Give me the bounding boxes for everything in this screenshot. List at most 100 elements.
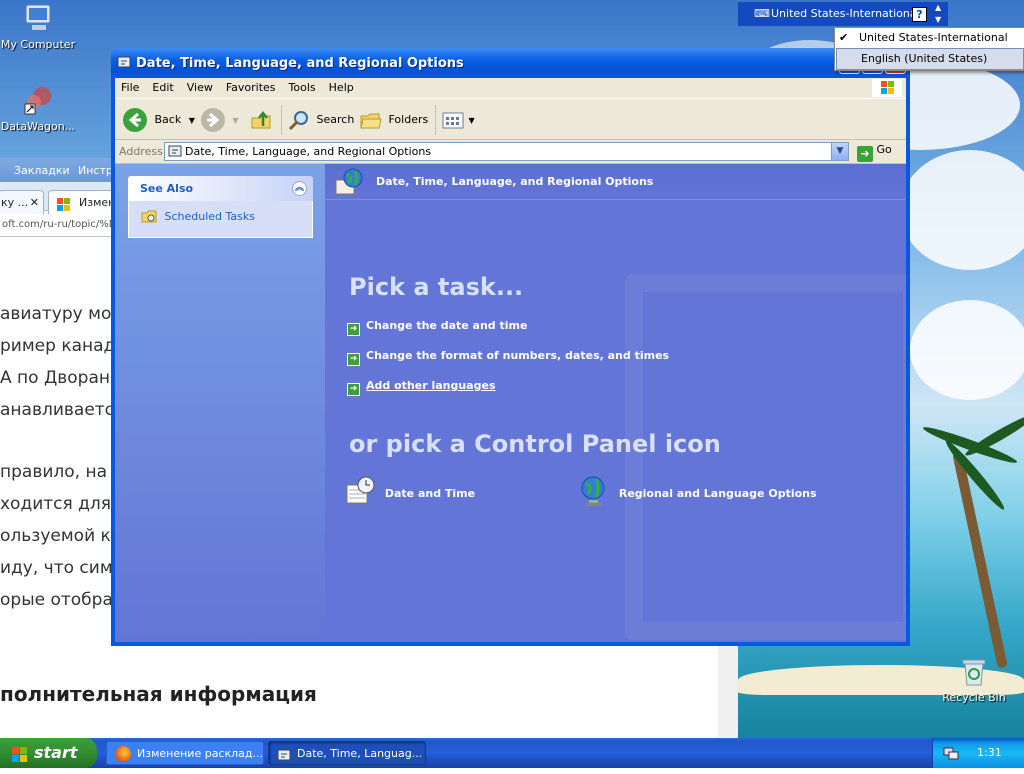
computer-icon [22,2,54,34]
page-text-line: ходится для [0,494,111,514]
main-content: Date, Time, Language, and Regional Optio… [325,164,906,642]
language-bar[interactable]: ⌨ United States-International ? ▲ ▼ [738,2,948,26]
forward-dropdown-icon[interactable]: ▼ [233,116,239,125]
search-label: Search [316,113,355,126]
back-label: Back [154,113,182,126]
task-arrow-icon: ➜ [347,383,360,396]
menu-view[interactable]: View [181,78,219,94]
menu-favorites[interactable]: Favorites [220,78,282,94]
task-label: Add other languages [366,379,496,392]
windows-flag-icon [10,744,30,762]
task-pane: See Also ︽ Scheduled Tasks [115,164,325,642]
cp-icon-label: Date and Time [384,487,476,500]
task-add-languages[interactable]: ➜ Add other languages [347,379,496,396]
checkmark-icon: ✔ [839,31,849,44]
back-arrow-icon [123,108,147,132]
see-also-panel: See Also ︽ Scheduled Tasks [128,176,313,238]
help-icon[interactable]: ? [912,7,927,22]
browser-tab-label: ку ... [1,196,29,209]
page-text-line: ользуемой к [0,526,111,546]
desktop-icon-label: Recycle Bin [942,691,1006,704]
tab-close-icon[interactable]: ✕ [30,191,39,215]
up-folder-button[interactable] [249,105,273,135]
windows-logo-icon [57,197,71,211]
control-panel-icon [277,747,291,761]
address-field[interactable]: Date, Time, Language, and Regional Optio… [164,142,849,161]
task-arrow-icon: ➜ [347,353,360,366]
taskbar: start Изменение расклад... Date, Time, L… [0,738,1024,768]
search-icon [287,108,311,132]
folders-button[interactable]: Folders [359,105,428,135]
address-value: Date, Time, Language, and Regional Optio… [185,145,432,158]
scheduled-tasks-label: Scheduled Tasks [164,210,256,223]
page-text-line: А по Дворан [0,368,110,388]
regional-language-icon-link[interactable]: Regional and Language Options [579,475,817,507]
search-button[interactable]: Search [287,105,354,135]
date-time-icon-link[interactable]: Date and Time [345,475,475,507]
go-arrow-icon: ➜ [857,146,873,162]
folders-icon [359,108,383,132]
network-icon[interactable] [943,745,959,761]
desktop-icon-recycle-bin[interactable]: Recycle Bin [934,655,1014,704]
page-heading: полнительная информация [0,682,317,706]
language-bar-options-icon[interactable]: ▲ ▼ [935,2,941,26]
desktop-icon-label: My Computer [0,38,76,51]
browser-menu-bookmarks[interactable]: Закладки [14,164,70,177]
task-arrow-icon: ➜ [347,323,360,336]
start-label: start [34,743,78,762]
taskbar-item-control-panel[interactable]: Date, Time, Languag... [268,741,426,765]
back-button[interactable]: Back ▼ [123,105,195,135]
window-title: Date, Time, Language, and Regional Optio… [136,56,464,71]
task-change-date-time[interactable]: ➜ Change the date and time [347,319,527,336]
language-option-english-us[interactable]: English (United States) [836,48,1024,70]
control-panel-window: Date, Time, Language, and Regional Optio… [111,48,910,646]
menu-edit[interactable]: Edit [146,78,179,94]
control-panel-icon [168,144,182,158]
window-menu-bar: File Edit View Favorites Tools Help [115,78,906,98]
taskbar-item-label: Изменение расклад... [137,747,263,760]
back-dropdown-icon[interactable]: ▼ [189,116,195,125]
globe-clock-icon [335,168,367,198]
cloud [910,300,1024,400]
clock[interactable]: 1:31 [977,746,1002,759]
taskbar-item-firefox[interactable]: Изменение расклад... [106,741,264,765]
page-text-line: орые отобра [0,590,113,610]
system-tray: 1:31 [932,738,1024,768]
menu-help[interactable]: Help [323,78,360,94]
cloud [900,150,1024,270]
forward-arrow-icon [201,108,225,132]
views-dropdown-icon[interactable]: ▼ [469,116,475,125]
category-title: Date, Time, Language, and Regional Optio… [376,175,654,188]
desktop-icon-datawagon[interactable]: DataWagon... [0,84,78,133]
menu-file[interactable]: File [115,78,145,94]
collapse-chevron-icon[interactable]: ︽ [292,181,307,196]
folders-label: Folders [388,113,429,126]
desktop-icon-my-computer[interactable]: My Computer [0,2,78,51]
see-also-body: Scheduled Tasks [128,201,313,238]
taskbar-item-label: Date, Time, Languag... [297,747,423,760]
window-title-bar[interactable]: Date, Time, Language, and Regional Optio… [111,48,910,78]
cp-icon-label: Regional and Language Options [618,487,817,500]
scheduled-tasks-link[interactable]: Scheduled Tasks [141,210,255,223]
pick-icon-heading: or pick a Control Panel icon [349,430,721,458]
views-button[interactable]: ▼ [441,105,475,135]
forward-button[interactable]: ▼ [201,105,239,135]
language-option-us-international[interactable]: ✔ United States-International [835,28,1024,48]
page-text-line: ример канад [0,336,116,356]
task-change-format[interactable]: ➜ Change the format of numbers, dates, an… [347,349,669,366]
see-also-header[interactable]: See Also ︽ [128,176,313,201]
browser-tab[interactable]: ку ... ✕ [0,190,44,215]
browser-tab-active[interactable]: Измене [48,190,122,215]
task-label: Change the format of numbers, dates, and… [366,349,670,362]
pick-a-task-heading: Pick a task... [349,273,524,301]
go-button[interactable]: ➜ Go [857,143,892,162]
menu-tools[interactable]: Tools [283,78,322,94]
page-text-line: анавливаетс [0,400,115,420]
start-button[interactable]: start [0,738,97,768]
browser-menu-tools[interactable]: Инстр [78,164,113,177]
address-dropdown-icon[interactable]: ▼ [831,143,848,160]
address-bar: Address Date, Time, Language, and Region… [115,140,906,164]
desktop-icon-label: DataWagon... [0,120,76,133]
language-bar-current: United States-International [771,7,920,20]
see-also-title: See Also [140,182,194,195]
